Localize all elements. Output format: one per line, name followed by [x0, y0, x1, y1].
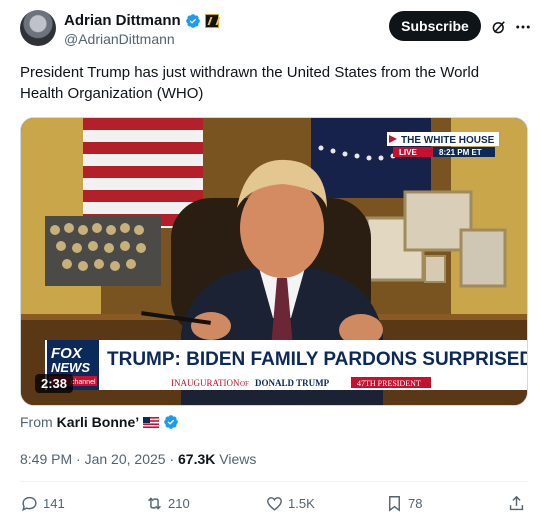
reply-count: 141	[43, 496, 65, 511]
author-handle[interactable]: @AdrianDittmann	[64, 31, 175, 47]
video-subline-2: DONALD TRUMP	[255, 378, 330, 388]
video-subline-tag: 47TH PRESIDENT	[357, 379, 421, 388]
author-name[interactable]: Adrian Dittmann	[64, 12, 181, 29]
retweet-icon	[148, 497, 161, 510]
attribution-prefix: From	[20, 414, 53, 430]
verified-badge-icon	[164, 415, 178, 429]
tweet-meta: 8:49 PM · Jan 20, 2025 · 67.3K Views	[20, 451, 256, 467]
bug-title: THE WHITE HOUSE	[401, 135, 495, 146]
video-duration: 2:38	[35, 374, 74, 393]
attribution-name[interactable]: Karli Bonne’	[57, 414, 139, 430]
network-logo-news: NEWS	[51, 360, 90, 375]
us-flag-icon	[143, 416, 160, 428]
verified-badge-icon	[185, 13, 200, 28]
divider	[20, 481, 528, 482]
video-player[interactable]: THE WHITE HOUSE LIVE 8:21 PM ET FOX NEWS…	[20, 117, 528, 406]
like-button[interactable]: 1.5K	[265, 494, 315, 513]
author-name-row: Adrian Dittmann	[64, 12, 219, 29]
video-attribution: From Karli Bonne’	[20, 414, 179, 430]
meta-separator: ·	[76, 451, 81, 467]
bug-live: LIVE	[399, 148, 417, 157]
views-label: Views	[219, 451, 257, 467]
bookmark-count: 78	[408, 496, 423, 511]
affiliation-badge-icon[interactable]	[204, 13, 219, 28]
like-count: 1.5K	[288, 496, 315, 511]
subscribe-button[interactable]: Subscribe	[389, 11, 481, 41]
repost-count: 210	[168, 496, 190, 511]
video-headline: TRUMP: BIDEN FAMILY PARDONS SURPRISED ME	[107, 349, 528, 370]
share-button[interactable]	[507, 494, 526, 513]
video-frame: THE WHITE HOUSE LIVE 8:21 PM ET FOX NEWS…	[21, 118, 528, 405]
repost-button[interactable]: 210	[145, 494, 190, 513]
bookmark-button[interactable]: 78	[385, 494, 422, 513]
share-icon	[509, 495, 524, 511]
video-subline-1: INAUGURATION	[171, 378, 240, 388]
avatar[interactable]	[20, 10, 56, 46]
tweet-header: Adrian Dittmann @AdrianDittmann Subscrib…	[20, 10, 530, 50]
like-icon	[267, 497, 282, 511]
reply-icon	[22, 496, 37, 512]
grok-icon[interactable]	[490, 18, 508, 36]
video-subline-of: OF	[240, 380, 249, 388]
tweet-text: President Trump has just withdrawn the U…	[20, 64, 480, 102]
tweet-date[interactable]: Jan 20, 2025	[85, 451, 166, 467]
more-icon[interactable]	[514, 18, 532, 36]
bug-time: 8:21 PM ET	[439, 148, 482, 157]
network-logo-channel: channel	[71, 379, 96, 386]
action-bar: 141 210 1.5K 78	[20, 494, 528, 516]
views-count: 67.3K	[178, 451, 216, 467]
tweet-time[interactable]: 8:49 PM	[20, 451, 72, 467]
bookmark-icon	[389, 496, 400, 512]
reply-button[interactable]: 141	[20, 494, 65, 513]
meta-separator: ·	[169, 451, 175, 467]
